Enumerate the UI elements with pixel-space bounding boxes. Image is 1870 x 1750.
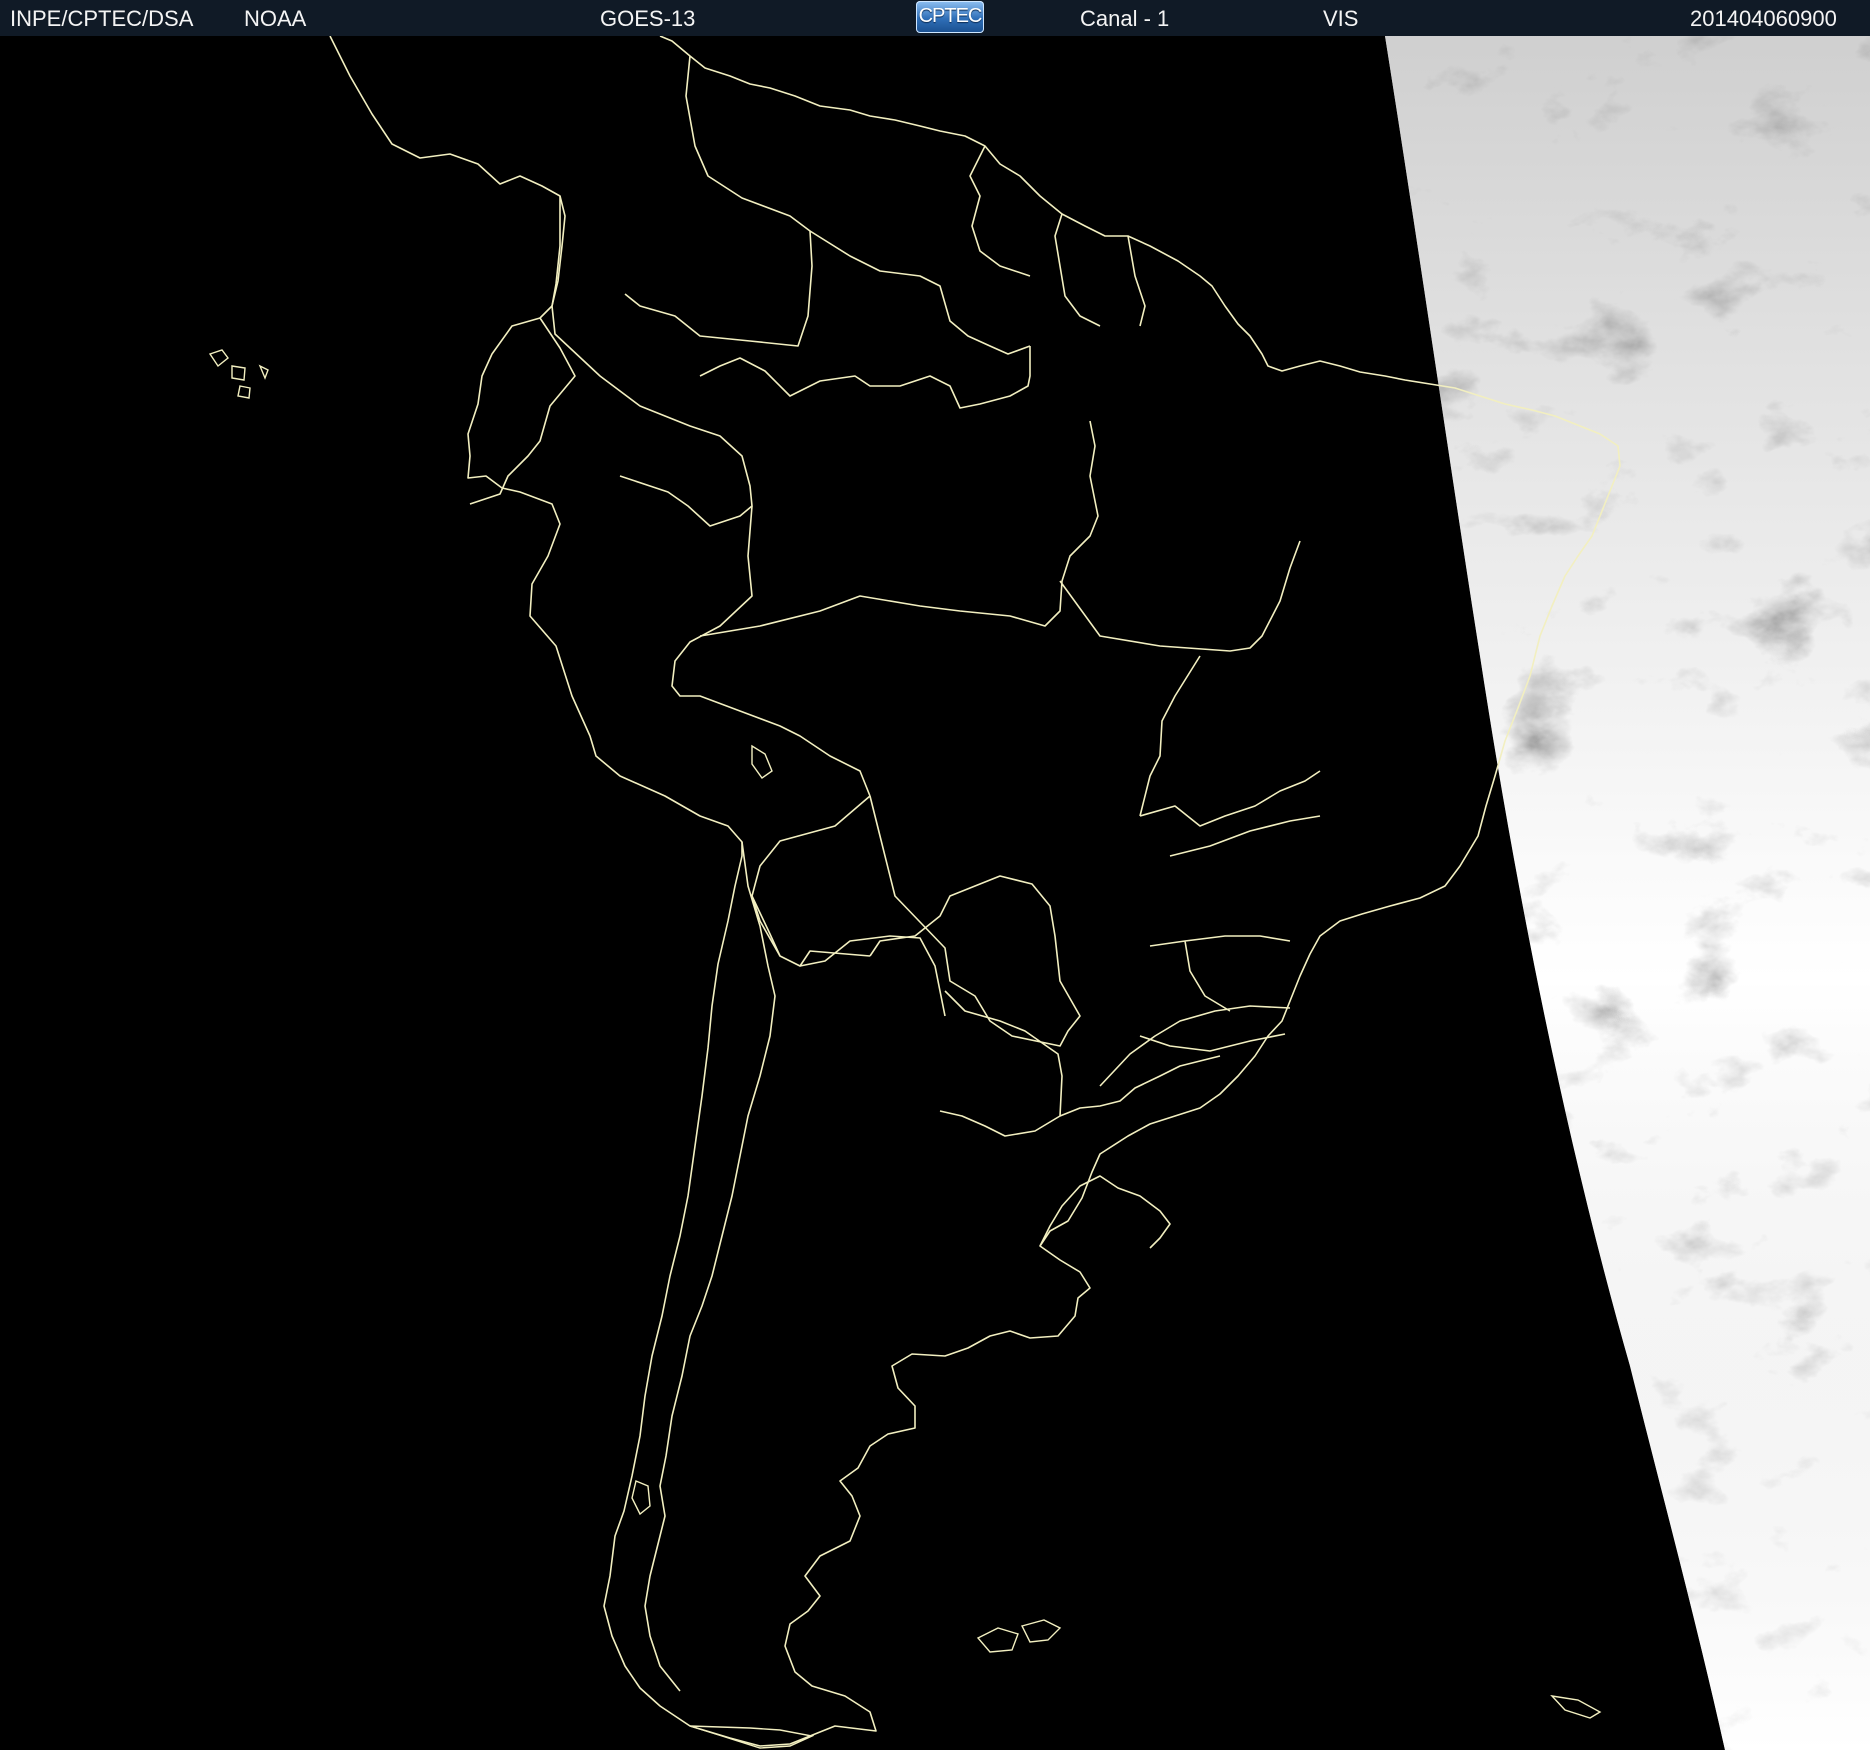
image-header-bar: INPE/CPTEC/DSA NOAA GOES-13 CPTEC Canal … — [0, 0, 1870, 36]
source-label: NOAA — [244, 6, 307, 31]
satellite-label: GOES-13 — [600, 6, 696, 31]
timestamp-label: 201404060900 — [1690, 6, 1837, 31]
cptec-logo-text: CPTEC — [918, 5, 983, 27]
agency-label: INPE/CPTEC/DSA — [10, 6, 194, 31]
channel-label: Canal - 1 — [1080, 6, 1170, 31]
cptec-logo: CPTEC — [916, 1, 984, 33]
satellite-map — [0, 36, 1870, 1750]
band-label: VIS — [1323, 6, 1359, 31]
